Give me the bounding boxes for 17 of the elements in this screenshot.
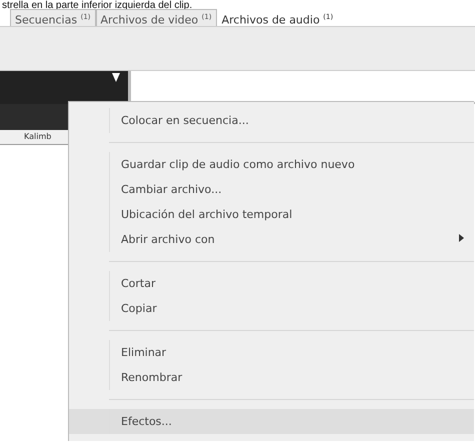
- audio-clip-block[interactable]: [0, 71, 131, 104]
- clip-marker-icon: [112, 73, 120, 82]
- menu-item[interactable]: Cortar: [69, 271, 474, 296]
- menu-item[interactable]: Guardar clip de audio como archivo nuevo: [69, 152, 474, 177]
- tab[interactable]: Secuencias $^{(1)}$: [10, 9, 96, 26]
- clip-label: Kalimb: [23, 131, 52, 143]
- menu-item[interactable]: Abrir archivo con: [69, 227, 474, 252]
- caption-text: strella en la parte inferior izquierda del clip.: [1, 0, 194, 11]
- menu-item[interactable]: Ubicación del archivo temporal: [69, 202, 474, 227]
- menu-item[interactable]: Eliminar: [69, 340, 474, 365]
- menu-item[interactable]: Copiar: [69, 296, 474, 321]
- tab[interactable]: Archivos de video $^{(1)}$: [96, 9, 217, 26]
- clip-waveform-area: [0, 104, 70, 130]
- menu-item[interactable]: Colocar en secuencia...: [69, 108, 474, 133]
- menu-item[interactable]: Efectos...: [69, 409, 474, 434]
- menu-item[interactable]: Renombrar: [69, 365, 474, 390]
- menu-item[interactable]: Cambiar archivo...: [69, 177, 474, 202]
